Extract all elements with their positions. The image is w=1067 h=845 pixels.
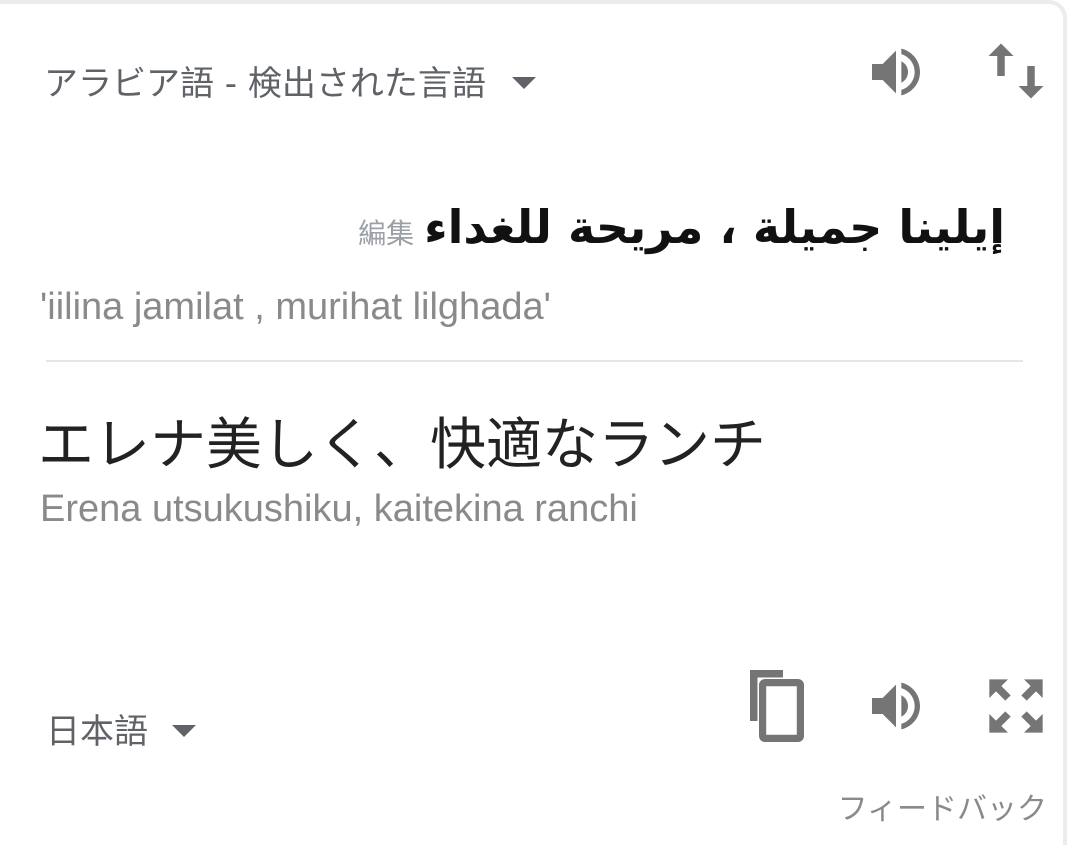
dropdown-caret-icon bbox=[172, 724, 196, 737]
target-language-label: 日本語 bbox=[46, 712, 148, 752]
edit-link[interactable]: 編集 bbox=[358, 212, 414, 252]
source-language-selector[interactable]: アラビア語 - 検出された言語 bbox=[44, 56, 536, 105]
source-transliteration: 'iilina jamilat , murihat lilghada' bbox=[40, 286, 551, 328]
source-text-row: 編集 إيلينا جميلة ، مريحة للغداء bbox=[358, 200, 1005, 254]
source-speaker-icon[interactable] bbox=[864, 40, 928, 104]
swap-icon[interactable] bbox=[986, 38, 1046, 104]
fullscreen-icon[interactable] bbox=[984, 674, 1048, 738]
target-transliteration: Erena utsukushiku, kaitekina ranchi bbox=[40, 488, 638, 530]
target-language-selector[interactable]: 日本語 bbox=[46, 704, 196, 753]
source-text: إيلينا جميلة ، مريحة للغداء bbox=[424, 200, 1005, 254]
divider bbox=[46, 360, 1023, 362]
feedback-link[interactable]: フィードバック bbox=[838, 784, 1047, 828]
target-speaker-icon[interactable] bbox=[864, 674, 928, 738]
source-language-label: アラビア語 - 検出された言語 bbox=[44, 64, 486, 104]
translated-text: エレナ美しく、快適なランチ bbox=[38, 413, 766, 478]
copy-icon[interactable] bbox=[738, 666, 810, 746]
dropdown-caret-icon bbox=[511, 76, 536, 89]
translate-card: アラビア語 - 検出された言語 編集 إيلينا جميلة ، مريحة … bbox=[0, 0, 1067, 845]
